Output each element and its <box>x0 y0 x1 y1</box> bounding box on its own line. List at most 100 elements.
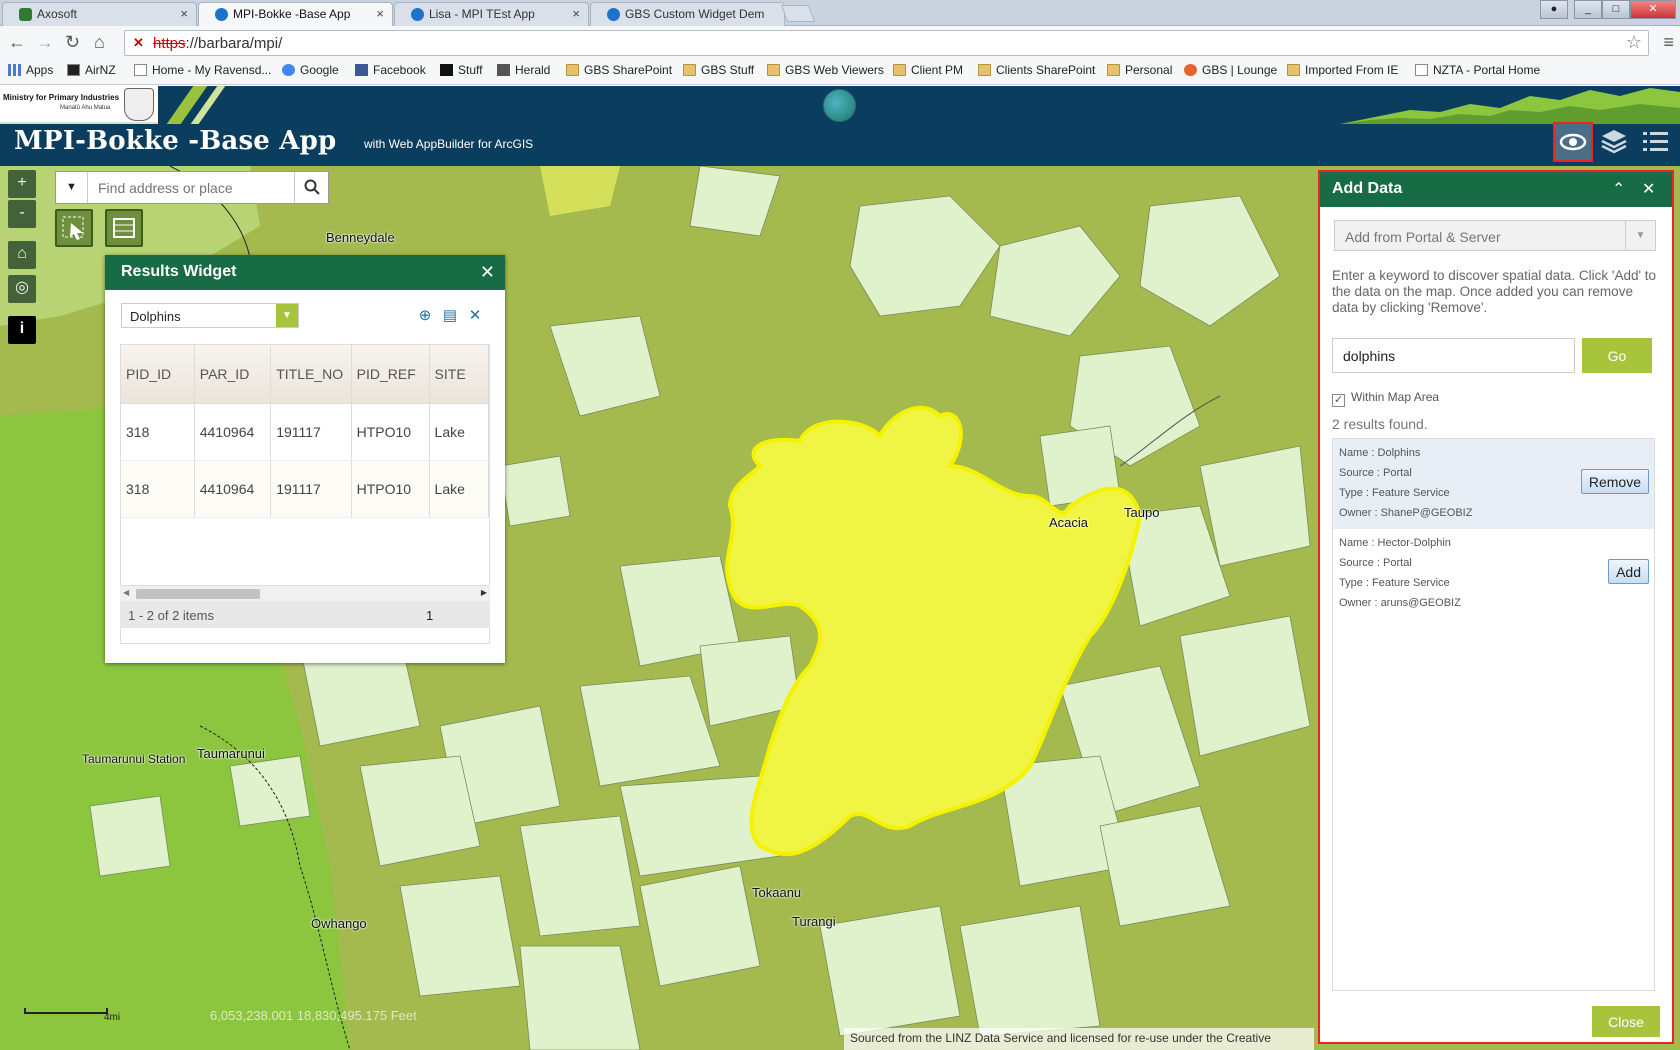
search-button[interactable] <box>294 172 328 203</box>
clear-results-icon[interactable]: ✕ <box>467 308 483 324</box>
bookmark-gbs-sharepoint[interactable]: GBS SharePoint <box>566 63 672 77</box>
bookmark-client-pm[interactable]: Client PM <box>893 63 963 77</box>
user-icon[interactable]: ● <box>1540 0 1568 19</box>
column-header[interactable]: PID_REF <box>351 345 430 404</box>
select-tool-button[interactable] <box>55 209 93 247</box>
bookmark-herald[interactable]: Herald <box>497 63 550 77</box>
search-input[interactable] <box>90 174 290 201</box>
export-icon[interactable]: ▤ <box>442 308 458 324</box>
close-icon[interactable]: × <box>180 6 188 21</box>
bookmark-star-icon[interactable]: ☆ <box>1626 32 1642 53</box>
search-icon <box>304 179 320 195</box>
item-count: 1 - 2 of 2 items <box>128 608 214 623</box>
scroll-right-icon[interactable]: ▶ <box>481 588 487 597</box>
table-cell: HTPO10 <box>351 403 430 461</box>
stuff-icon <box>440 64 453 76</box>
restore-button[interactable]: □ <box>1602 0 1630 19</box>
browser-tab-mpi-bokke[interactable]: MPI-Bokke -Base App × <box>198 2 393 27</box>
scroll-left-icon[interactable]: ◀ <box>123 588 129 597</box>
bookmark-personal[interactable]: Personal <box>1107 63 1172 77</box>
table-row[interactable]: 318 4410964 191117 HTPO10 Lake <box>121 403 489 461</box>
chrome-menu-icon[interactable]: ≡ <box>1663 32 1674 53</box>
results-widget-header: Results Widget ✕ <box>105 255 505 290</box>
bookmark-gbs-stuff[interactable]: GBS Stuff <box>683 63 754 77</box>
horizontal-scrollbar[interactable]: ◀ ▶ <box>120 585 490 601</box>
close-icon[interactable]: ✕ <box>1642 179 1655 199</box>
bookmark-clients-sharepoint[interactable]: Clients SharePoint <box>978 63 1095 77</box>
scrollbar-thumb[interactable] <box>136 589 260 599</box>
data-source-select[interactable]: Add from Portal & Server ▼ <box>1334 220 1656 251</box>
grid-footer: 1 - 2 of 2 items 1 <box>120 601 490 628</box>
info-button[interactable]: i <box>8 316 36 344</box>
place-label: Taumarunui Station <box>82 752 186 766</box>
bookmark-label: GBS Web Viewers <box>785 63 884 77</box>
close-icon[interactable]: × <box>572 6 580 21</box>
insecure-lock-icon[interactable]: ✕ <box>133 35 144 51</box>
list-item[interactable]: Name : Hector-Dolphin Source : Portal Ty… <box>1333 529 1654 619</box>
bookmark-label: GBS SharePoint <box>584 63 673 77</box>
bookmark-facebook[interactable]: Facebook <box>355 63 426 77</box>
remove-button[interactable]: Remove <box>1580 469 1649 494</box>
back-arrow-icon[interactable]: ← <box>8 33 26 51</box>
zoom-in-button[interactable]: + <box>8 170 36 198</box>
legend-list-button[interactable] <box>1635 122 1675 162</box>
map-view[interactable]: + - ⌂ ◎ i ▼ Benneydale Taumarunui Statio… <box>0 166 1680 1050</box>
bookmark-google[interactable]: Google <box>282 63 339 77</box>
add-data-panel: Add Data ⌃ ✕ Add from Portal & Server ▼ … <box>1318 170 1674 1044</box>
keyword-input[interactable] <box>1332 338 1575 373</box>
bookmark-apps[interactable]: Apps <box>8 63 53 77</box>
close-button[interactable]: Close <box>1592 1006 1660 1037</box>
bookmark-home-ravensd[interactable]: Home - My Ravensd... <box>134 63 271 77</box>
results-table-button[interactable] <box>105 209 143 247</box>
layer-list-button[interactable] <box>1594 122 1634 162</box>
column-header[interactable]: SITE <box>429 345 489 404</box>
select-cursor-icon <box>62 216 84 240</box>
search-source-dropdown[interactable]: ▼ <box>56 172 88 203</box>
url-field[interactable]: ✕ https://barbara/mpi/ ☆ <box>124 30 1649 56</box>
list-item[interactable]: Name : Dolphins Source : Portal Type : F… <box>1333 439 1654 529</box>
browser-tab-axosoft[interactable]: Axosoft × <box>2 2 197 26</box>
table-row[interactable]: 318 4410964 191117 HTPO10 Lake <box>121 460 489 518</box>
forward-arrow-icon[interactable]: → <box>36 33 54 51</box>
bookmark-nzta-portal[interactable]: NZTA - Portal Home <box>1415 63 1540 77</box>
scale-bar <box>24 1008 108 1014</box>
within-map-area-checkbox[interactable]: ✓ Within Map Area <box>1332 390 1439 407</box>
results-widget: Results Widget ✕ Dolphins ▼ ⊕ ▤ ✕ PID_ID… <box>105 255 505 663</box>
table-icon <box>113 218 135 238</box>
reload-icon[interactable]: ↻ <box>65 33 80 51</box>
browser-tab-lisa[interactable]: Lisa - MPI TEst App × <box>394 2 589 26</box>
checkmark-icon[interactable]: ✓ <box>1332 394 1345 407</box>
bookmark-airnz[interactable]: AirNZ <box>67 63 116 77</box>
bookmark-stuff[interactable]: Stuff <box>440 63 482 77</box>
bookmark-imported-from-ie[interactable]: Imported From IE <box>1287 63 1398 77</box>
zoom-out-button[interactable]: - <box>8 200 36 228</box>
add-data-eye-button[interactable] <box>1553 122 1593 162</box>
go-button[interactable]: Go <box>1582 338 1652 373</box>
bookmark-gbs-web-viewers[interactable]: GBS Web Viewers <box>767 63 884 77</box>
column-header[interactable]: TITLE_NO <box>270 345 352 404</box>
new-tab-button[interactable] <box>780 5 816 22</box>
add-button[interactable]: Add <box>1608 559 1649 584</box>
locate-button[interactable]: ◎ <box>8 275 36 303</box>
page-number[interactable]: 1 <box>426 608 433 623</box>
home-icon[interactable]: ⌂ <box>94 33 105 51</box>
column-header[interactable]: PAR_ID <box>194 345 272 404</box>
place-label: Taumarunui <box>197 746 265 761</box>
minimize-button[interactable]: _ <box>1574 0 1602 19</box>
column-header[interactable]: PID_ID <box>121 345 195 404</box>
browser-tab-gbs-custom-widget[interactable]: GBS Custom Widget Dem <box>590 2 785 26</box>
add-data-header: Add Data ⌃ ✕ <box>1320 172 1672 207</box>
bookmark-label: Stuff <box>458 63 483 77</box>
close-icon[interactable]: ✕ <box>480 262 495 283</box>
result-count: 2 results found. <box>1332 416 1428 432</box>
zoom-to-icon[interactable]: ⊕ <box>417 308 433 324</box>
browser-tab-strip: Axosoft × MPI-Bokke -Base App × Lisa - M… <box>0 0 1680 27</box>
bookmark-gbs-lounge[interactable]: GBS | Lounge <box>1184 63 1277 77</box>
layer-select[interactable]: Dolphins ▼ <box>121 303 299 328</box>
window-close-button[interactable]: ✕ <box>1630 0 1676 19</box>
collapse-icon[interactable]: ⌃ <box>1612 179 1625 199</box>
close-icon[interactable]: × <box>376 6 384 21</box>
home-extent-button[interactable]: ⌂ <box>8 241 36 269</box>
bookmark-label: Home - My Ravensd... <box>152 63 272 77</box>
url-protocol: https <box>153 35 186 52</box>
